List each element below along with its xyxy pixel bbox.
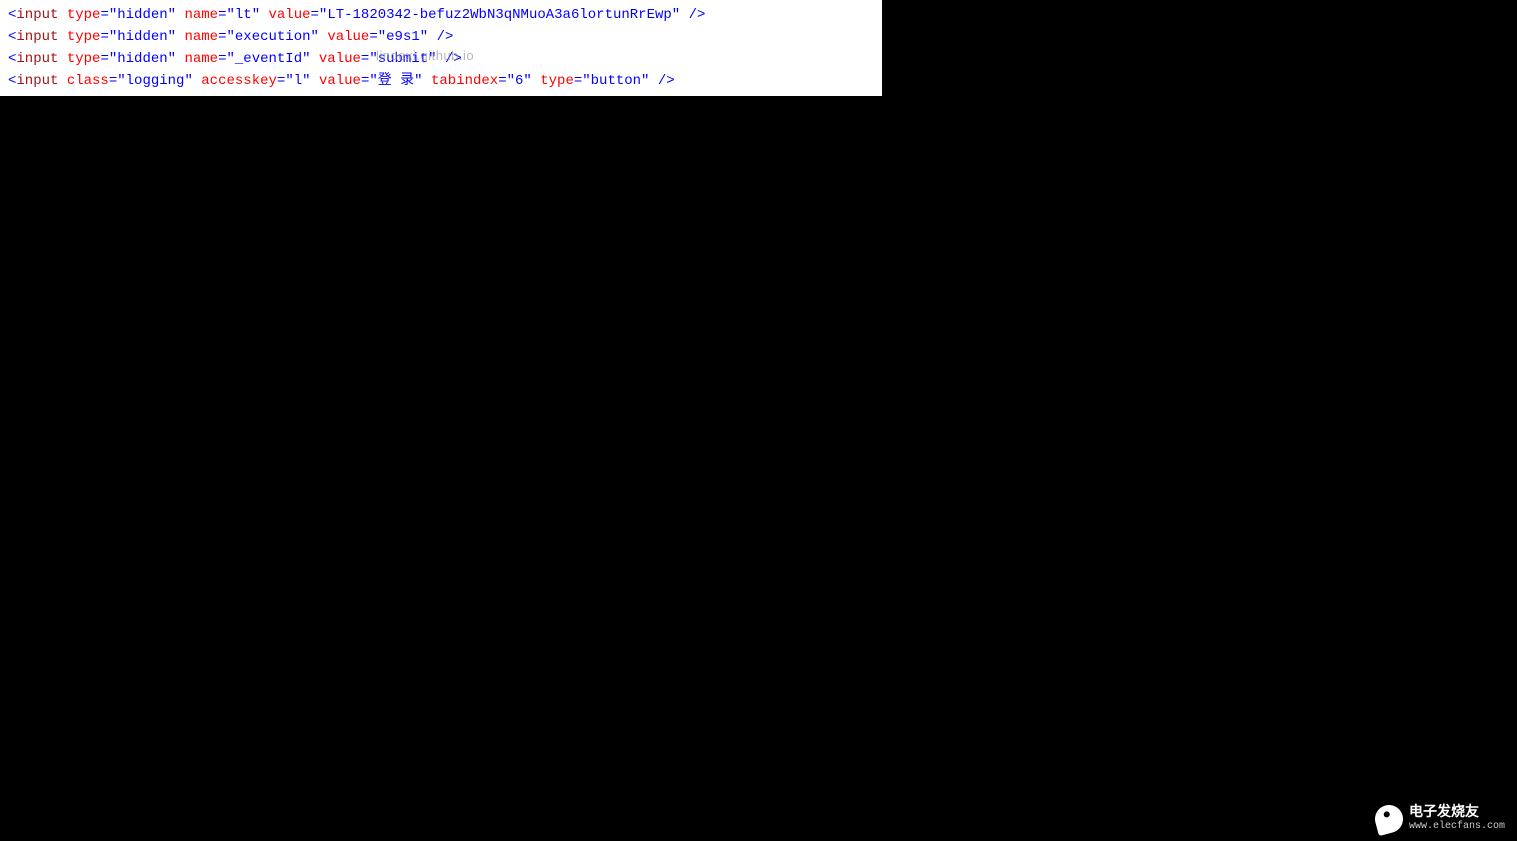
code-line: <input type="hidden" name="execution" va…	[8, 26, 874, 48]
watermark-logo: 电子发烧友 www.elecfans.com	[1375, 805, 1505, 833]
elecfans-logo-icon	[1372, 802, 1406, 836]
code-line: <input class="logging" accesskey="l" val…	[8, 70, 874, 92]
watermark-logo-url: www.elecfans.com	[1409, 821, 1505, 832]
watermark-logo-title: 电子发烧友	[1409, 806, 1505, 821]
watermark-overlay-text: lindexi.github.io	[376, 48, 474, 63]
watermark-logo-text: 电子发烧友 www.elecfans.com	[1409, 806, 1505, 832]
code-line: <input type="hidden" name="lt" value="LT…	[8, 4, 874, 26]
code-snippet-panel: <input type="hidden" name="lt" value="LT…	[0, 0, 882, 96]
